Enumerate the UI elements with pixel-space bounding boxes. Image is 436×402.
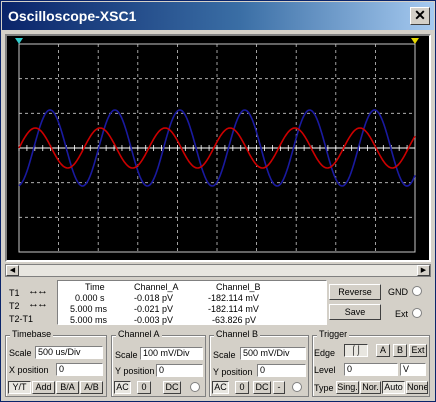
t2-label: T2 <box>9 301 20 311</box>
delta-channel-a: -0.003 pV <box>134 315 174 325</box>
channel-a-ac-button[interactable]: AC <box>114 381 131 394</box>
channel-a-group: Channel A Scale 100 mV/Div Y position 0 … <box>111 329 206 397</box>
readout-table: Time Channel_A Channel_B 0.000 s -0.018 … <box>57 280 327 325</box>
timebase-group: Timebase Scale 500 us/Div X position 0 Y… <box>5 329 107 397</box>
x-position-label: X position <box>9 365 49 375</box>
t2-t1-label: T2-T1 <box>9 314 34 324</box>
channel-a-scale-label: Scale <box>115 350 138 360</box>
edge-ext-button[interactable]: Ext <box>409 344 427 357</box>
t2-time: 5.000 ms <box>70 304 108 314</box>
channel-b-scale-label: Scale <box>213 350 236 360</box>
channel-b-invert-button[interactable]: - <box>273 381 285 394</box>
trigger-title: Trigger <box>317 329 350 339</box>
scope-display <box>5 34 431 262</box>
t1-channel-b: -182.114 mV <box>208 293 259 303</box>
level-unit-field[interactable]: V <box>400 363 426 376</box>
window-title: Oscilloscope-XSC1 <box>8 8 137 24</box>
channel-b-dc-button[interactable]: DC <box>253 381 271 394</box>
close-button[interactable]: ✕ <box>410 7 430 25</box>
t2-cursor-arrows-icon[interactable]: ↔↔ <box>28 298 48 310</box>
ba-mode-button[interactable]: B/A <box>56 381 79 394</box>
edge-a-button[interactable]: A <box>376 344 390 357</box>
type-auto-button[interactable]: Auto <box>382 381 405 394</box>
channel-a-scale-field[interactable]: 100 mV/Div <box>140 347 203 360</box>
type-single-button[interactable]: Sing. <box>336 381 359 394</box>
gnd-radio[interactable] <box>412 286 422 296</box>
timebase-title: Timebase <box>10 329 54 339</box>
level-label: Level <box>314 365 336 375</box>
x-position-field[interactable]: 0 <box>56 363 103 376</box>
t2-channel-a: -0.021 pV <box>134 304 174 314</box>
channel-b-radio[interactable] <box>292 382 302 392</box>
type-none-button[interactable]: None <box>406 381 428 394</box>
gnd-label: GND <box>388 287 408 297</box>
header-channel-a: Channel_A <box>134 282 179 292</box>
t1-label: T1 <box>9 288 20 298</box>
title-bar[interactable]: Oscilloscope-XSC1 ✕ <box>2 2 434 30</box>
cursor-readout: T1 ↔↔ T2 ↔↔ T2-T1 Time Channel_A Channel… <box>5 280 327 326</box>
channel-a-dc-button[interactable]: DC <box>163 381 181 394</box>
ab-mode-button[interactable]: A/B <box>80 381 103 394</box>
cursor-t2-marker <box>411 38 419 44</box>
channel-a-ypos-field[interactable]: 0 <box>156 364 203 377</box>
channel-b-ypos-label: Y position <box>213 367 253 377</box>
delta-channel-b: -63.826 pV <box>212 315 257 325</box>
trigger-group: Trigger Edge ⌠⌡ A B Ext Level 0 V Type S… <box>312 329 430 397</box>
save-button[interactable]: Save <box>329 304 381 320</box>
horizontal-scrollbar[interactable]: ◀ ▶ <box>5 264 431 277</box>
channel-a-title: Channel A <box>116 329 162 339</box>
channel-a-zero-button[interactable]: 0 <box>137 381 151 394</box>
waveform-plot <box>15 38 419 253</box>
channel-a-radio[interactable] <box>190 382 200 392</box>
timebase-scale-label: Scale <box>9 348 32 358</box>
channel-b-title: Channel B <box>214 329 261 339</box>
t1-time: 0.000 s <box>75 293 105 303</box>
add-mode-button[interactable]: Add <box>32 381 55 394</box>
channel-b-group: Channel B Scale 500 mV/Div Y position 0 … <box>209 329 309 397</box>
channel-a-ypos-label: Y position <box>115 366 155 376</box>
t1-cursor-arrows-icon[interactable]: ↔↔ <box>28 285 48 297</box>
timebase-scale-field[interactable]: 500 us/Div <box>35 346 103 359</box>
t2-channel-b: -182.114 mV <box>208 304 259 314</box>
header-time: Time <box>85 282 105 292</box>
edge-label: Edge <box>314 348 336 358</box>
cursor-t1-marker <box>15 38 23 44</box>
channel-b-ypos-field[interactable]: 0 <box>257 364 306 377</box>
channel-b-zero-button[interactable]: 0 <box>235 381 249 394</box>
delta-time: 5.000 ms <box>70 315 108 325</box>
t1-channel-a: -0.018 pV <box>134 293 174 303</box>
edge-rising-falling-icon[interactable]: ⌠⌡ <box>344 344 368 357</box>
level-field[interactable]: 0 <box>344 363 398 376</box>
scroll-left-button[interactable]: ◀ <box>6 265 19 276</box>
ext-radio[interactable] <box>412 308 422 318</box>
channel-b-ac-button[interactable]: AC <box>212 381 229 394</box>
reverse-button[interactable]: Reverse <box>329 284 381 300</box>
edge-b-button[interactable]: B <box>393 344 407 357</box>
yt-mode-button[interactable]: Y/T <box>8 381 31 394</box>
channel-b-scale-field[interactable]: 500 mV/Div <box>240 347 306 360</box>
ext-label: Ext <box>395 309 409 319</box>
type-label: Type <box>314 383 334 393</box>
type-normal-button[interactable]: Nor. <box>360 381 381 394</box>
oscilloscope-window: Oscilloscope-XSC1 ✕ ◀ ▶ T1 ↔↔ T2 ↔↔ T2-T… <box>0 0 436 402</box>
scroll-right-button[interactable]: ▶ <box>417 265 430 276</box>
header-channel-b: Channel_B <box>216 282 261 292</box>
